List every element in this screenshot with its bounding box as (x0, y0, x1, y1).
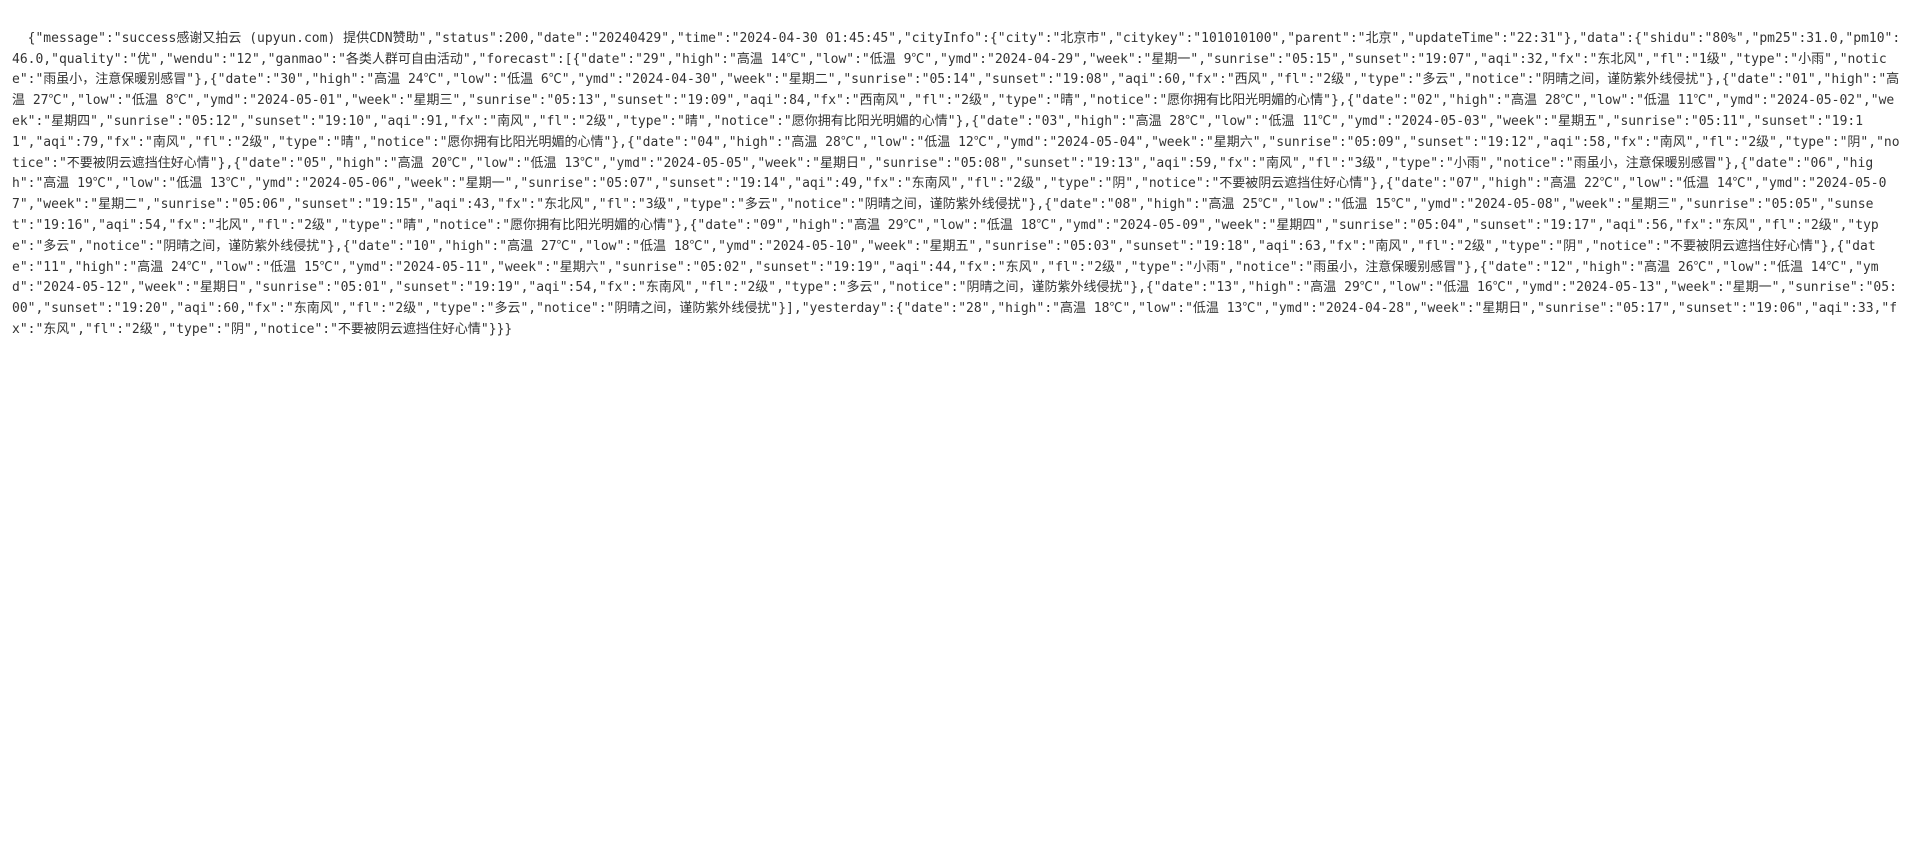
json-response-body: {"message":"success感谢又拍云 (upyun.com) 提供C… (0, 0, 1913, 349)
json-content: {"message":"success感谢又拍云 (upyun.com) 提供C… (12, 31, 1900, 337)
